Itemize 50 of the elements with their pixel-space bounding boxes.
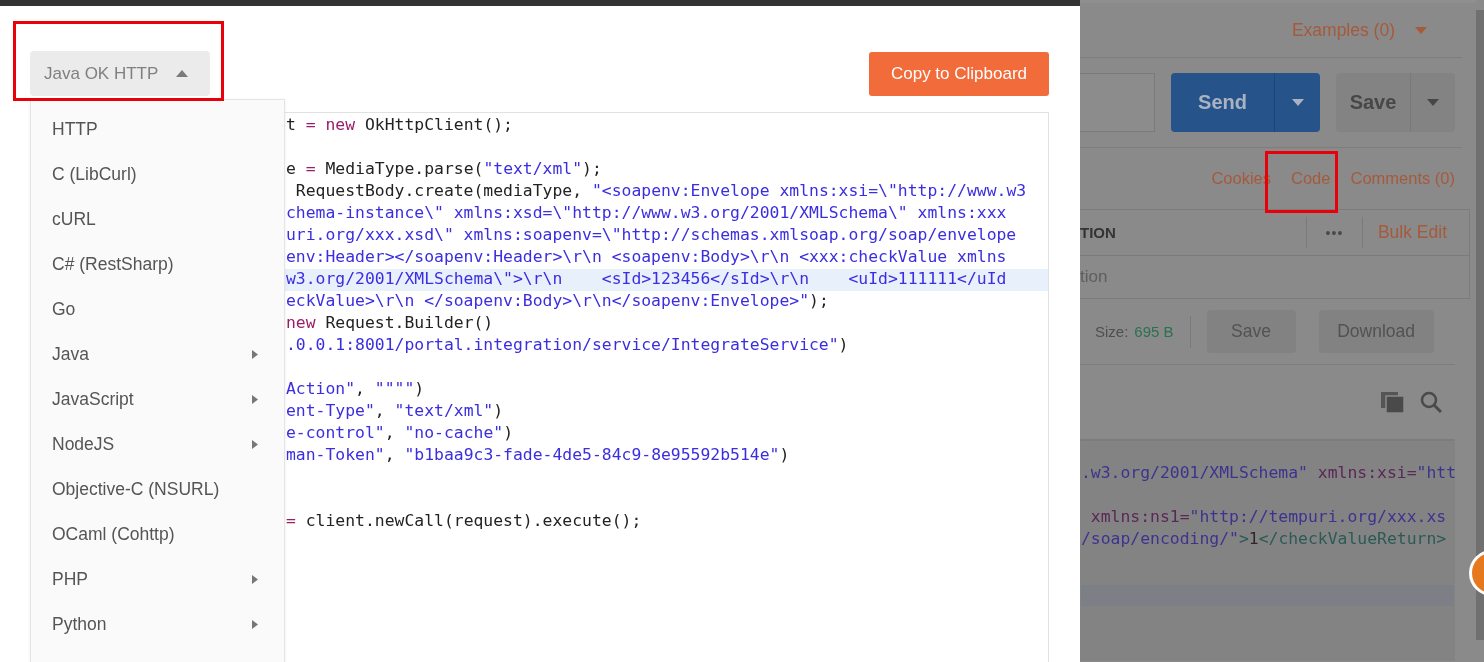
- save-button[interactable]: Save: [1336, 73, 1455, 132]
- code-line: new Request.Builder(): [285, 313, 495, 334]
- menu-item[interactable]: JavaScript: [31, 377, 284, 422]
- menu-item[interactable]: HTTP: [31, 107, 284, 152]
- code-line: chema-instance\" xmlns:xsd=\"http://www.w3.org/2001/XMLSchema\" xmlns:xxx: [285, 203, 1008, 224]
- code-line: RequestBody.create(mediaType, "<soapenv:Envelope xmlns:xsi=\"http://www.w3: [294, 181, 1028, 202]
- caret-icon: [1415, 26, 1427, 34]
- code-line: eckValue>\r\n </soapenv:Body>\r\n</soapenv:Envelope>");: [285, 291, 830, 312]
- menu-item[interactable]: NodeJS: [31, 422, 284, 467]
- copy-to-clipboard-button[interactable]: Copy to Clipboard: [869, 51, 1049, 96]
- menu-item[interactable]: C (LibCurl): [31, 152, 284, 197]
- submenu-arrow-icon: [252, 395, 258, 404]
- search-icon[interactable]: [1420, 391, 1442, 413]
- code-line: ent-Type", "text/xml"): [285, 401, 505, 422]
- code-line: uri.org/xxx.xsd\" xmlns:soapenv=\"http://schemas.xmlsoap.org/soap/envelope: [285, 225, 1018, 246]
- menu-item[interactable]: Java: [31, 332, 284, 377]
- submenu-arrow-icon: [252, 620, 258, 629]
- url-field[interactable]: [1080, 73, 1155, 132]
- code-line: xmlns:ns1="http://tempuri.org/xxx.xs: [1089, 507, 1448, 528]
- code-line: man-Token", "b1baa9c3-fade-4de5-84c9-8e95592b514e"): [285, 445, 791, 466]
- submenu-arrow-icon: [252, 350, 258, 359]
- menu-item[interactable]: cURL: [31, 197, 284, 242]
- code-line: /soap/encoding/">1</checkValueReturn>: [1081, 529, 1448, 550]
- menu-item[interactable]: Go: [31, 287, 284, 332]
- menu-item[interactable]: Objective-C (NSURL): [31, 467, 284, 512]
- code-line: .w3.org/2001/XMLSchema" xmlns:xsi="htt: [1081, 463, 1454, 484]
- menu-item[interactable]: Python: [31, 602, 284, 647]
- code-line: t = new OkHttpClient();: [285, 115, 514, 136]
- copy-icon[interactable]: [1381, 391, 1404, 413]
- code-line: env:Header></soapenv:Header>\r\n <soapenv:Body>\r\n <xxx:checkValue xmlns: [285, 247, 1008, 268]
- code-line: = client.newCall(request).execute();: [285, 511, 643, 532]
- code-line: .0.0.1:8001/portal.integration/service/IntegrateService"): [285, 335, 850, 356]
- code-line: Action", """"): [285, 379, 426, 400]
- more-button[interactable]: •••: [1305, 217, 1363, 248]
- caret-icon: [1427, 99, 1439, 106]
- code-line: e = MediaType.parse("text/xml");: [285, 159, 603, 180]
- scrollbar[interactable]: [1476, 10, 1484, 640]
- code-line: e-control", "no-cache"): [285, 423, 514, 444]
- column-header: TION: [1080, 224, 1117, 241]
- menu-item[interactable]: C# (RestSharp): [31, 242, 284, 287]
- submenu-arrow-icon: [252, 440, 258, 449]
- size-label: Size:: [1095, 323, 1129, 340]
- caret-icon: [1291, 99, 1304, 106]
- language-dropdown[interactable]: Java OK HTTP: [30, 51, 210, 96]
- send-button[interactable]: Send: [1171, 73, 1320, 132]
- caret-icon: [176, 70, 189, 77]
- menu-item[interactable]: PHP: [31, 557, 284, 602]
- size-value: 695 B: [1134, 323, 1174, 340]
- submenu-arrow-icon: [252, 575, 258, 584]
- menu-item[interactable]: OCaml (Cohttp): [31, 512, 284, 557]
